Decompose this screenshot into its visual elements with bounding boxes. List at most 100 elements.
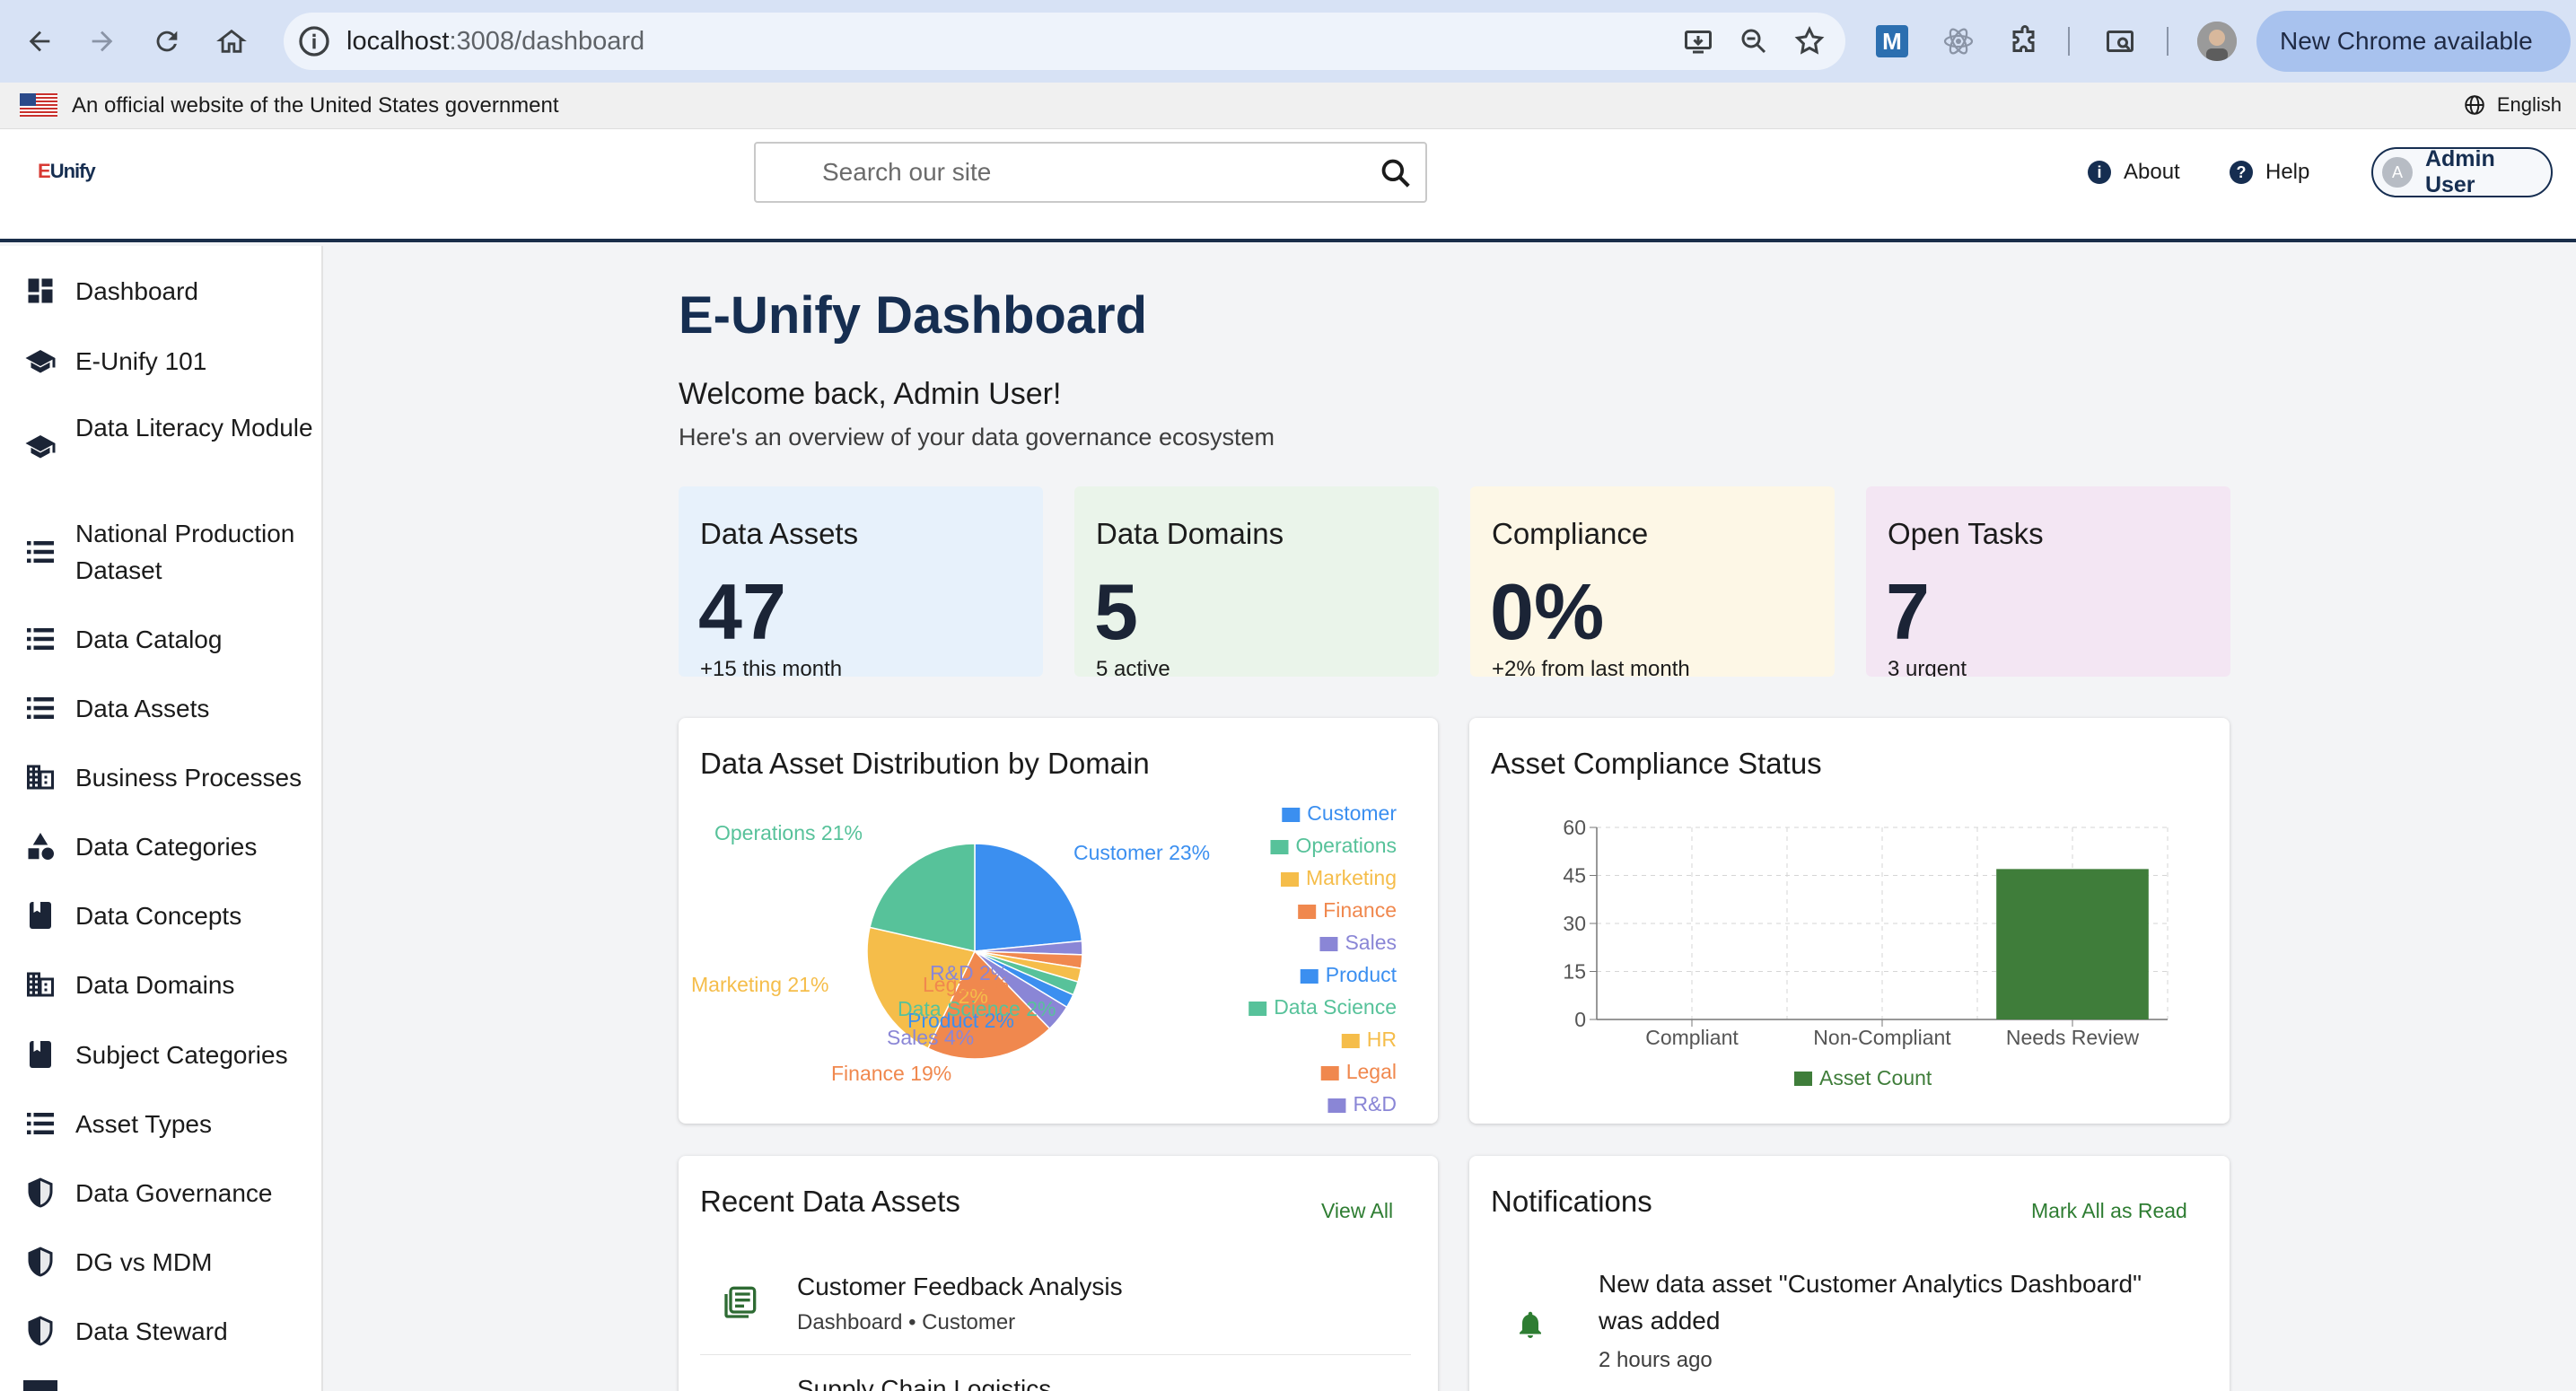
globe-icon: [2465, 95, 2484, 115]
sidebar-item-national-production-dataset[interactable]: National Production Dataset: [0, 515, 323, 589]
user-menu-button[interactable]: A Admin User: [2371, 146, 2553, 197]
info-icon[interactable]: [296, 23, 332, 59]
list-icon: [23, 622, 57, 656]
sidebar-item-dashboard[interactable]: Dashboard: [0, 273, 323, 309]
list-item[interactable]: Supply Chain Logistics: [700, 1357, 1411, 1391]
recent-assets-card: Recent Data Assets View All Customer Fee…: [679, 1156, 1438, 1391]
sidebar-item-data-steward[interactable]: Data Steward: [0, 1313, 323, 1349]
x-tick-label: Needs Review: [2006, 1026, 2140, 1049]
list-icon: [23, 1107, 57, 1141]
sidebar-item-data-categories[interactable]: Data Categories: [0, 828, 323, 864]
extension-m-icon[interactable]: M: [1876, 25, 1908, 57]
site-header: EUnify i About ? Help A Admin User: [0, 129, 2576, 242]
mark-all-read-link[interactable]: Mark All as Read: [2031, 1199, 2187, 1223]
list-icon: [23, 691, 57, 725]
sidebar-item-asset-types[interactable]: Asset Types: [0, 1106, 323, 1142]
sidebar-item-label: E-Unify 101: [75, 346, 207, 375]
sidebar: Dashboard E-Unify 101 Data Literacy Modu…: [0, 246, 323, 1391]
legend-swatch: [1320, 1066, 1339, 1080]
shield-icon: [23, 1245, 57, 1279]
stat-title: Data Domains: [1096, 517, 1284, 550]
pie-chart-card: Data Asset Distribution by Domain Custom…: [679, 718, 1438, 1124]
extensions-puzzle-icon[interactable]: [2005, 22, 2045, 61]
search-input[interactable]: [822, 158, 1325, 187]
sidebar-item-label: Data Catalog: [75, 625, 223, 653]
stat-card-data-domains[interactable]: Data Domains 5 5 active: [1074, 486, 1439, 677]
shield-icon: [23, 1314, 57, 1348]
sidebar-item-label: Data Literacy Module: [75, 414, 313, 442]
reload-button[interactable]: [142, 16, 192, 66]
sidebar-item-label: DG vs MDM: [75, 1247, 213, 1276]
stat-card-open-tasks[interactable]: Open Tasks 7 3 urgent: [1866, 486, 2230, 677]
bell-icon: [1520, 1311, 1541, 1338]
asset-title: Supply Chain Logistics: [797, 1375, 1052, 1391]
dashboard-icon: [23, 274, 57, 308]
forward-button[interactable]: [77, 16, 127, 66]
y-tick-label: 60: [1563, 816, 1586, 839]
sidebar-item-data-domains[interactable]: Data Domains: [0, 967, 323, 1002]
school-icon: [23, 344, 57, 378]
notification-text: New data asset "Customer Analytics Dashb…: [1599, 1270, 2142, 1334]
legend-swatch: [1270, 840, 1289, 854]
tab-search-icon[interactable]: [2100, 22, 2140, 61]
legend-label: HR: [1367, 1028, 1397, 1051]
sidebar-item-business-processes[interactable]: Business Processes: [0, 759, 323, 795]
pie-slice-customer[interactable]: [974, 843, 1083, 952]
stat-card-data-assets[interactable]: Data Assets 47 +15 this month: [679, 486, 1043, 677]
profile-avatar[interactable]: [2197, 22, 2237, 61]
building-icon: [23, 760, 57, 794]
us-flag-icon: [20, 93, 57, 117]
category-icon: [23, 829, 57, 863]
stat-title: Open Tasks: [1888, 517, 2044, 550]
sidebar-item-data-catalog[interactable]: Data Catalog: [0, 621, 323, 657]
url-text[interactable]: localhost:3008/dashboard: [346, 27, 644, 57]
pie-slice-label: Operations 21%: [714, 821, 863, 844]
x-tick-label: Compliant: [1645, 1026, 1739, 1049]
school-icon: [23, 429, 57, 463]
language-label: English: [2496, 93, 2562, 116]
language-selector[interactable]: English: [2463, 93, 2562, 117]
back-button[interactable]: [14, 16, 65, 66]
react-devtools-icon[interactable]: [1939, 22, 1978, 61]
sidebar-item-data-literacy-module[interactable]: Data Literacy Module: [0, 409, 323, 483]
bookmark-star-icon[interactable]: [1792, 23, 1827, 59]
stat-card-compliance[interactable]: Compliance 0% +2% from last month: [1470, 486, 1835, 677]
toolbar-separator: [2167, 27, 2169, 56]
list-item[interactable]: Customer Feedback Analysis Dashboard • C…: [700, 1255, 1411, 1355]
chrome-update-button[interactable]: New Chrome available: [2256, 11, 2571, 72]
legend-label: Product: [1326, 963, 1398, 986]
stat-subtext: 3 urgent: [1888, 657, 1967, 677]
install-app-icon[interactable]: [1680, 23, 1716, 59]
search-icon[interactable]: [1379, 156, 1413, 190]
sidebar-item-label: Data Governance: [75, 1178, 273, 1207]
overview-text: Here's an overview of your data governan…: [679, 424, 1275, 451]
sidebar-item-subject-categories[interactable]: Subject Categories: [0, 1037, 323, 1072]
logo[interactable]: EUnify: [38, 160, 96, 183]
home-button[interactable]: [206, 16, 257, 66]
gov-banner-text: An official website of the United States…: [72, 93, 559, 118]
stat-value: 0%: [1490, 567, 1605, 656]
zoom-icon[interactable]: [1736, 23, 1772, 59]
sidebar-item-dg-vs-mdm[interactable]: DG vs MDM: [0, 1244, 323, 1280]
about-link[interactable]: i About: [2088, 160, 2180, 185]
help-link[interactable]: ? Help: [2230, 160, 2309, 185]
page-title: E-Unify Dashboard: [679, 286, 1148, 345]
legend-swatch: [1300, 969, 1319, 984]
stat-title: Compliance: [1492, 517, 1649, 550]
legend-swatch: [1282, 808, 1301, 822]
bar-needs-review[interactable]: [1996, 869, 2149, 1019]
sidebar-item-data-governance[interactable]: Data Governance: [0, 1175, 323, 1211]
view-all-link[interactable]: View All: [1321, 1199, 1393, 1223]
sidebar-item-data-concepts[interactable]: Data Concepts: [0, 897, 323, 933]
legend-label: Finance: [1323, 898, 1397, 922]
sidebar-item-label: Data Domains: [75, 970, 235, 999]
sidebar-item-label: Subject Categories: [75, 1040, 288, 1069]
stat-subtext: 5 active: [1096, 657, 1170, 677]
sidebar-item-e-unify-101[interactable]: E-Unify 101: [0, 343, 323, 379]
pie-chart: Customer 23% Operations 21% Marketing 21% F…: [691, 801, 1398, 1115]
sidebar-item-label: National Production Dataset: [75, 520, 295, 584]
address-bar[interactable]: localhost:3008/dashboard: [284, 13, 1845, 70]
sidebar-item-data-assets[interactable]: Data Assets: [0, 690, 323, 726]
legend-swatch: [1794, 1072, 1812, 1086]
gov-banner: An official website of the United States…: [0, 83, 2576, 129]
